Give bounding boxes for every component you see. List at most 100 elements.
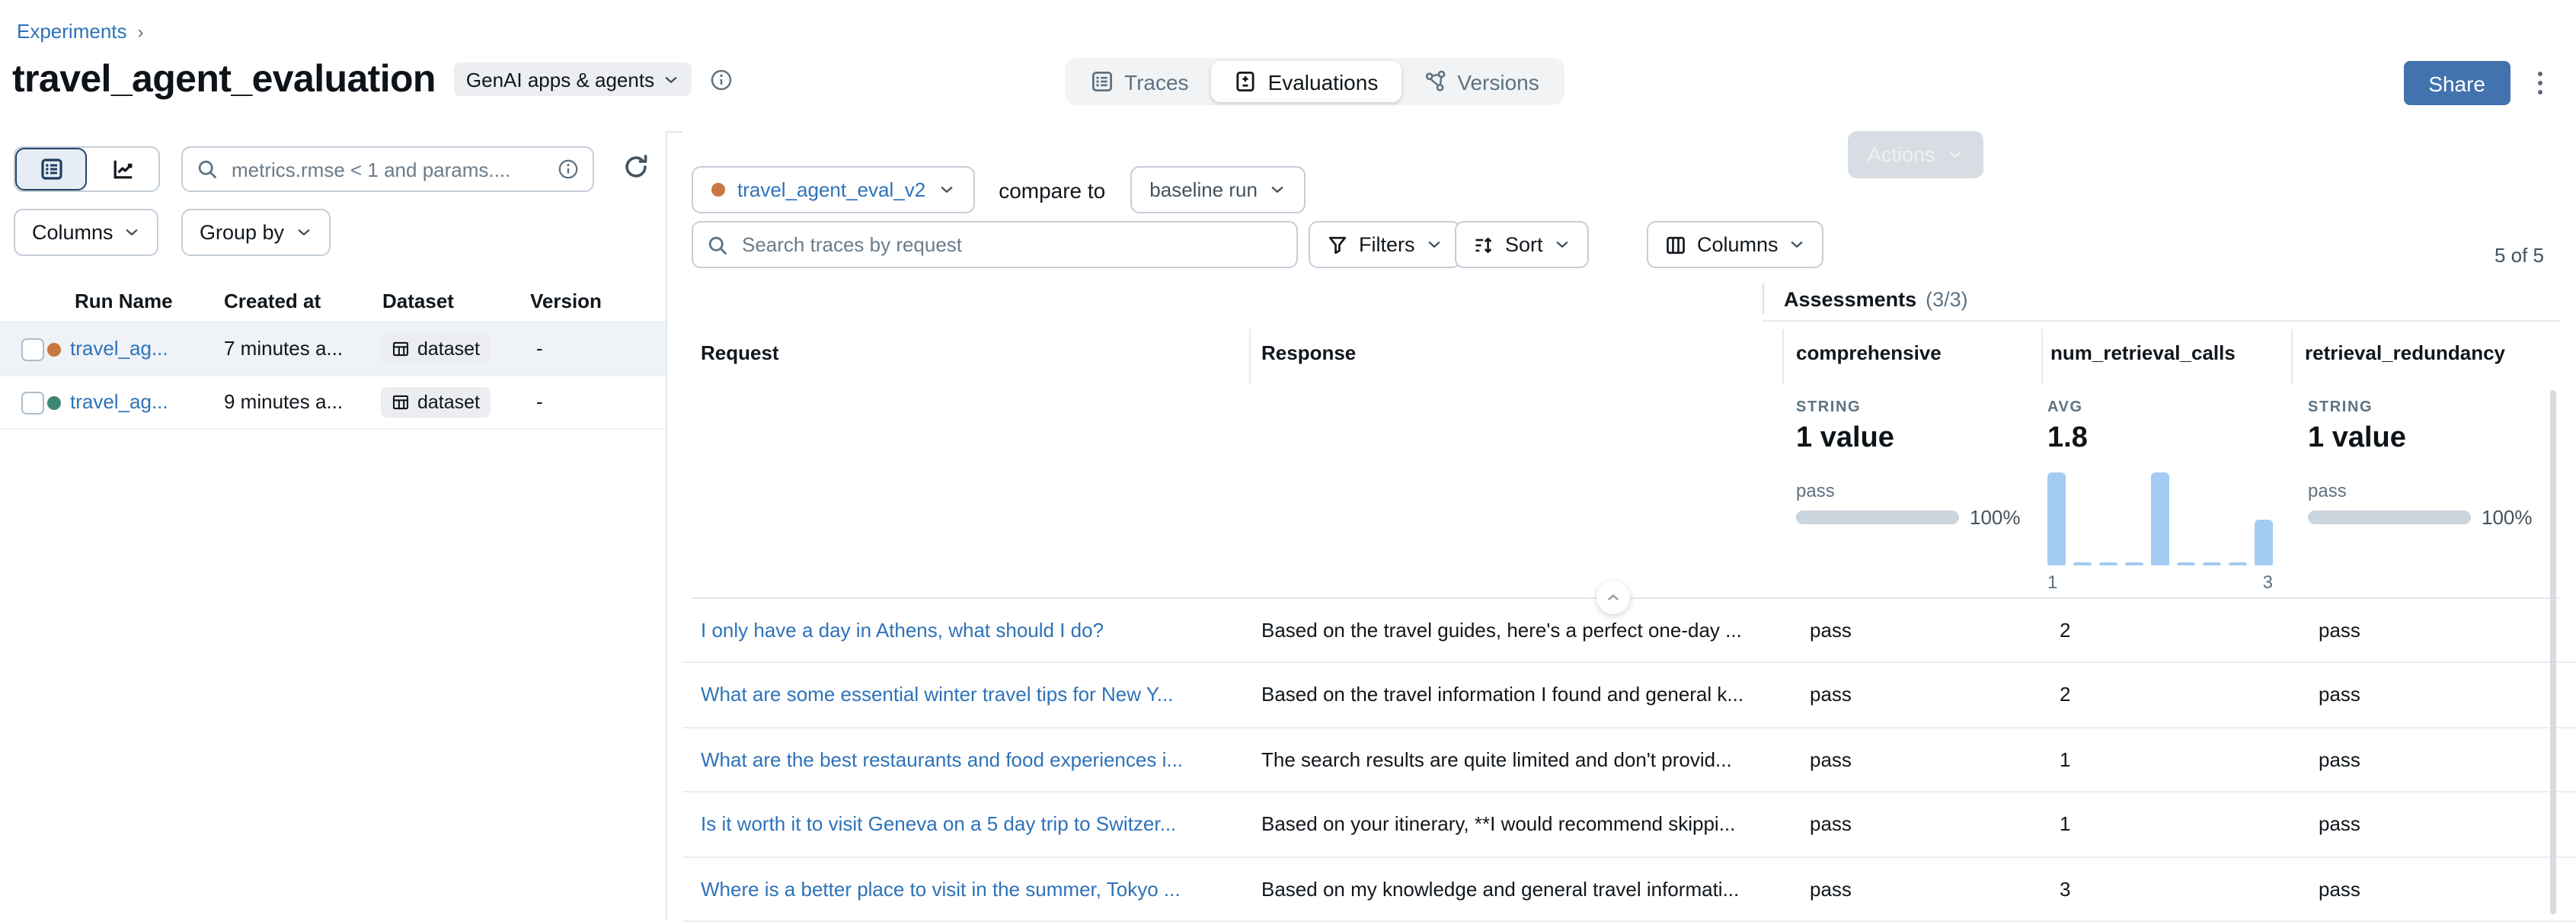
bar-percentage: 100% — [1970, 506, 2021, 529]
run-created-at: 7 minutes a... — [224, 323, 343, 375]
title-row: travel_agent_evaluation GenAI apps & age… — [12, 58, 732, 101]
runs-header-run-name: Run Name — [75, 290, 173, 312]
actions-button[interactable]: Actions — [1848, 131, 1984, 178]
filters-button[interactable]: Filters — [1309, 221, 1461, 268]
response-cell: Based on your itinerary, **I would recom… — [1261, 792, 1735, 855]
breadcrumb-experiments-link[interactable]: Experiments — [17, 20, 127, 43]
tab-traces-label: Traces — [1124, 69, 1189, 94]
trace-search-input[interactable] — [739, 232, 1283, 258]
column-header-retrieval-redundancy[interactable]: retrieval_redundancy — [2305, 341, 2505, 364]
request-link[interactable]: Is it worth it to visit Geneva on a 5 da… — [701, 792, 1176, 855]
runs-header-dataset: Dataset — [382, 290, 454, 312]
assessments-count: (3/3) — [1926, 287, 1968, 310]
bar-label: pass — [1796, 480, 2021, 501]
stat-type-label: STRING — [2308, 399, 2533, 416]
tab-versions[interactable]: Versions — [1401, 61, 1561, 102]
actions-label: Actions — [1868, 143, 1935, 166]
histogram-min-label: 1 — [2047, 571, 2057, 593]
baseline-run-dropdown[interactable]: baseline run — [1130, 166, 1306, 213]
sort-label: Sort — [1505, 233, 1543, 256]
tab-evaluations[interactable]: Evaluations — [1212, 61, 1401, 102]
info-icon[interactable] — [558, 158, 579, 180]
trace-row[interactable]: Where is a better place to visit in the … — [682, 857, 2576, 922]
run-select-dropdown[interactable]: travel_agent_eval_v2 — [692, 166, 974, 213]
list-view-icon — [39, 157, 63, 181]
runs-group-by-button[interactable]: Group by — [181, 209, 330, 256]
divider — [0, 428, 666, 430]
sort-button[interactable]: Sort — [1455, 221, 1589, 268]
breadcrumb: Experiments › — [17, 20, 144, 43]
num-retrieval-calls-value: 1 — [2060, 792, 2070, 855]
run-row[interactable]: travel_ag... 9 minutes a... dataset - — [0, 376, 666, 428]
trace-row[interactable]: I only have a day in Athens, what should… — [682, 599, 2576, 664]
filters-label: Filters — [1359, 233, 1415, 256]
run-name-link[interactable]: travel_ag... — [70, 376, 168, 428]
trace-searchbox — [692, 221, 1298, 268]
stat-value: 1.8 — [2047, 422, 2273, 456]
comprehensive-value: pass — [1810, 664, 1852, 726]
histogram-bar — [2125, 562, 2144, 565]
chevron-down-icon — [1948, 146, 1964, 163]
trace-row[interactable]: What are the best restaurants and food e… — [682, 728, 2576, 793]
num-retrieval-calls-value: 3 — [2060, 857, 2070, 920]
evaluations-icon — [1235, 70, 1258, 93]
chevron-down-icon — [1789, 236, 1806, 253]
runs-columns-label: Columns — [32, 221, 113, 244]
request-link[interactable]: What are the best restaurants and food e… — [701, 728, 1183, 791]
histogram-bar — [2228, 562, 2247, 565]
histogram-max-label: 3 — [2263, 571, 2273, 593]
vertical-scrollbar[interactable] — [2550, 390, 2556, 914]
request-link[interactable]: Where is a better place to visit in the … — [701, 857, 1181, 920]
run-row[interactable]: travel_ag... 7 minutes a... dataset - — [0, 323, 666, 375]
run-picker-row: travel_agent_eval_v2 compare to baseline… — [692, 166, 1306, 213]
runs-columns-button[interactable]: Columns — [14, 209, 159, 256]
chart-view-toggle[interactable] — [87, 148, 158, 190]
histogram-bar — [2151, 472, 2170, 565]
column-header-num-retrieval-calls[interactable]: num_retrieval_calls — [2050, 341, 2236, 364]
run-filter-input[interactable] — [229, 156, 547, 182]
request-link[interactable]: I only have a day in Athens, what should… — [701, 599, 1104, 661]
response-cell: Based on the travel guides, here's a per… — [1261, 599, 1742, 661]
histogram-bar — [2176, 562, 2195, 565]
tab-evaluations-label: Evaluations — [1268, 69, 1379, 94]
chevron-down-icon — [662, 71, 679, 88]
filter-icon — [1327, 234, 1348, 255]
view-toggle-group — [14, 146, 160, 192]
trace-row[interactable]: Is it worth it to visit Geneva on a 5 da… — [682, 792, 2576, 857]
run-checkbox[interactable] — [21, 338, 44, 361]
comprehensive-value: pass — [1810, 728, 1852, 791]
list-view-toggle[interactable] — [15, 148, 87, 190]
share-button[interactable]: Share — [2404, 61, 2510, 105]
column-header-request[interactable]: Request — [701, 341, 779, 364]
assessments-header: Assessments (3/3) — [1763, 283, 1968, 314]
evaluations-panel: travel_agent_eval_v2 compare to baseline… — [682, 131, 2576, 920]
trace-row[interactable]: What are some essential winter travel ti… — [682, 664, 2576, 728]
runs-sidebar: Columns Group by Run Name Created at Dat… — [0, 131, 667, 920]
kebab-menu-icon[interactable] — [2525, 62, 2555, 104]
info-icon[interactable] — [709, 68, 732, 91]
refresh-button[interactable] — [620, 151, 652, 183]
dataset-icon — [392, 340, 410, 358]
request-link[interactable]: What are some essential winter travel ti… — [701, 664, 1173, 726]
histogram-bar — [2073, 562, 2092, 565]
divider — [1782, 329, 1784, 384]
experiment-type-label: GenAI apps & agents — [466, 68, 654, 91]
chart-view-icon — [110, 157, 135, 181]
column-header-response[interactable]: Response — [1261, 341, 1356, 364]
dataset-chip[interactable]: dataset — [381, 334, 491, 364]
histogram-axis: 1 3 — [2047, 571, 2273, 593]
trace-columns-button[interactable]: Columns — [1647, 221, 1824, 268]
num-retrieval-calls-value: 2 — [2060, 599, 2070, 661]
column-header-comprehensive[interactable]: comprehensive — [1796, 341, 1942, 364]
num-retrieval-calls-value: 1 — [2060, 728, 2070, 791]
chevron-down-icon — [1554, 236, 1571, 253]
experiment-type-badge[interactable]: GenAI apps & agents — [454, 62, 691, 96]
run-version: - — [536, 323, 543, 375]
run-name-link[interactable]: travel_ag... — [70, 323, 168, 375]
dataset-chip[interactable]: dataset — [381, 387, 491, 418]
retrieval-redundancy-value: pass — [2319, 857, 2360, 920]
runs-header-version: Version — [530, 290, 602, 312]
run-filter-searchbox — [181, 146, 594, 192]
run-checkbox[interactable] — [21, 392, 44, 415]
tab-traces[interactable]: Traces — [1068, 61, 1212, 102]
